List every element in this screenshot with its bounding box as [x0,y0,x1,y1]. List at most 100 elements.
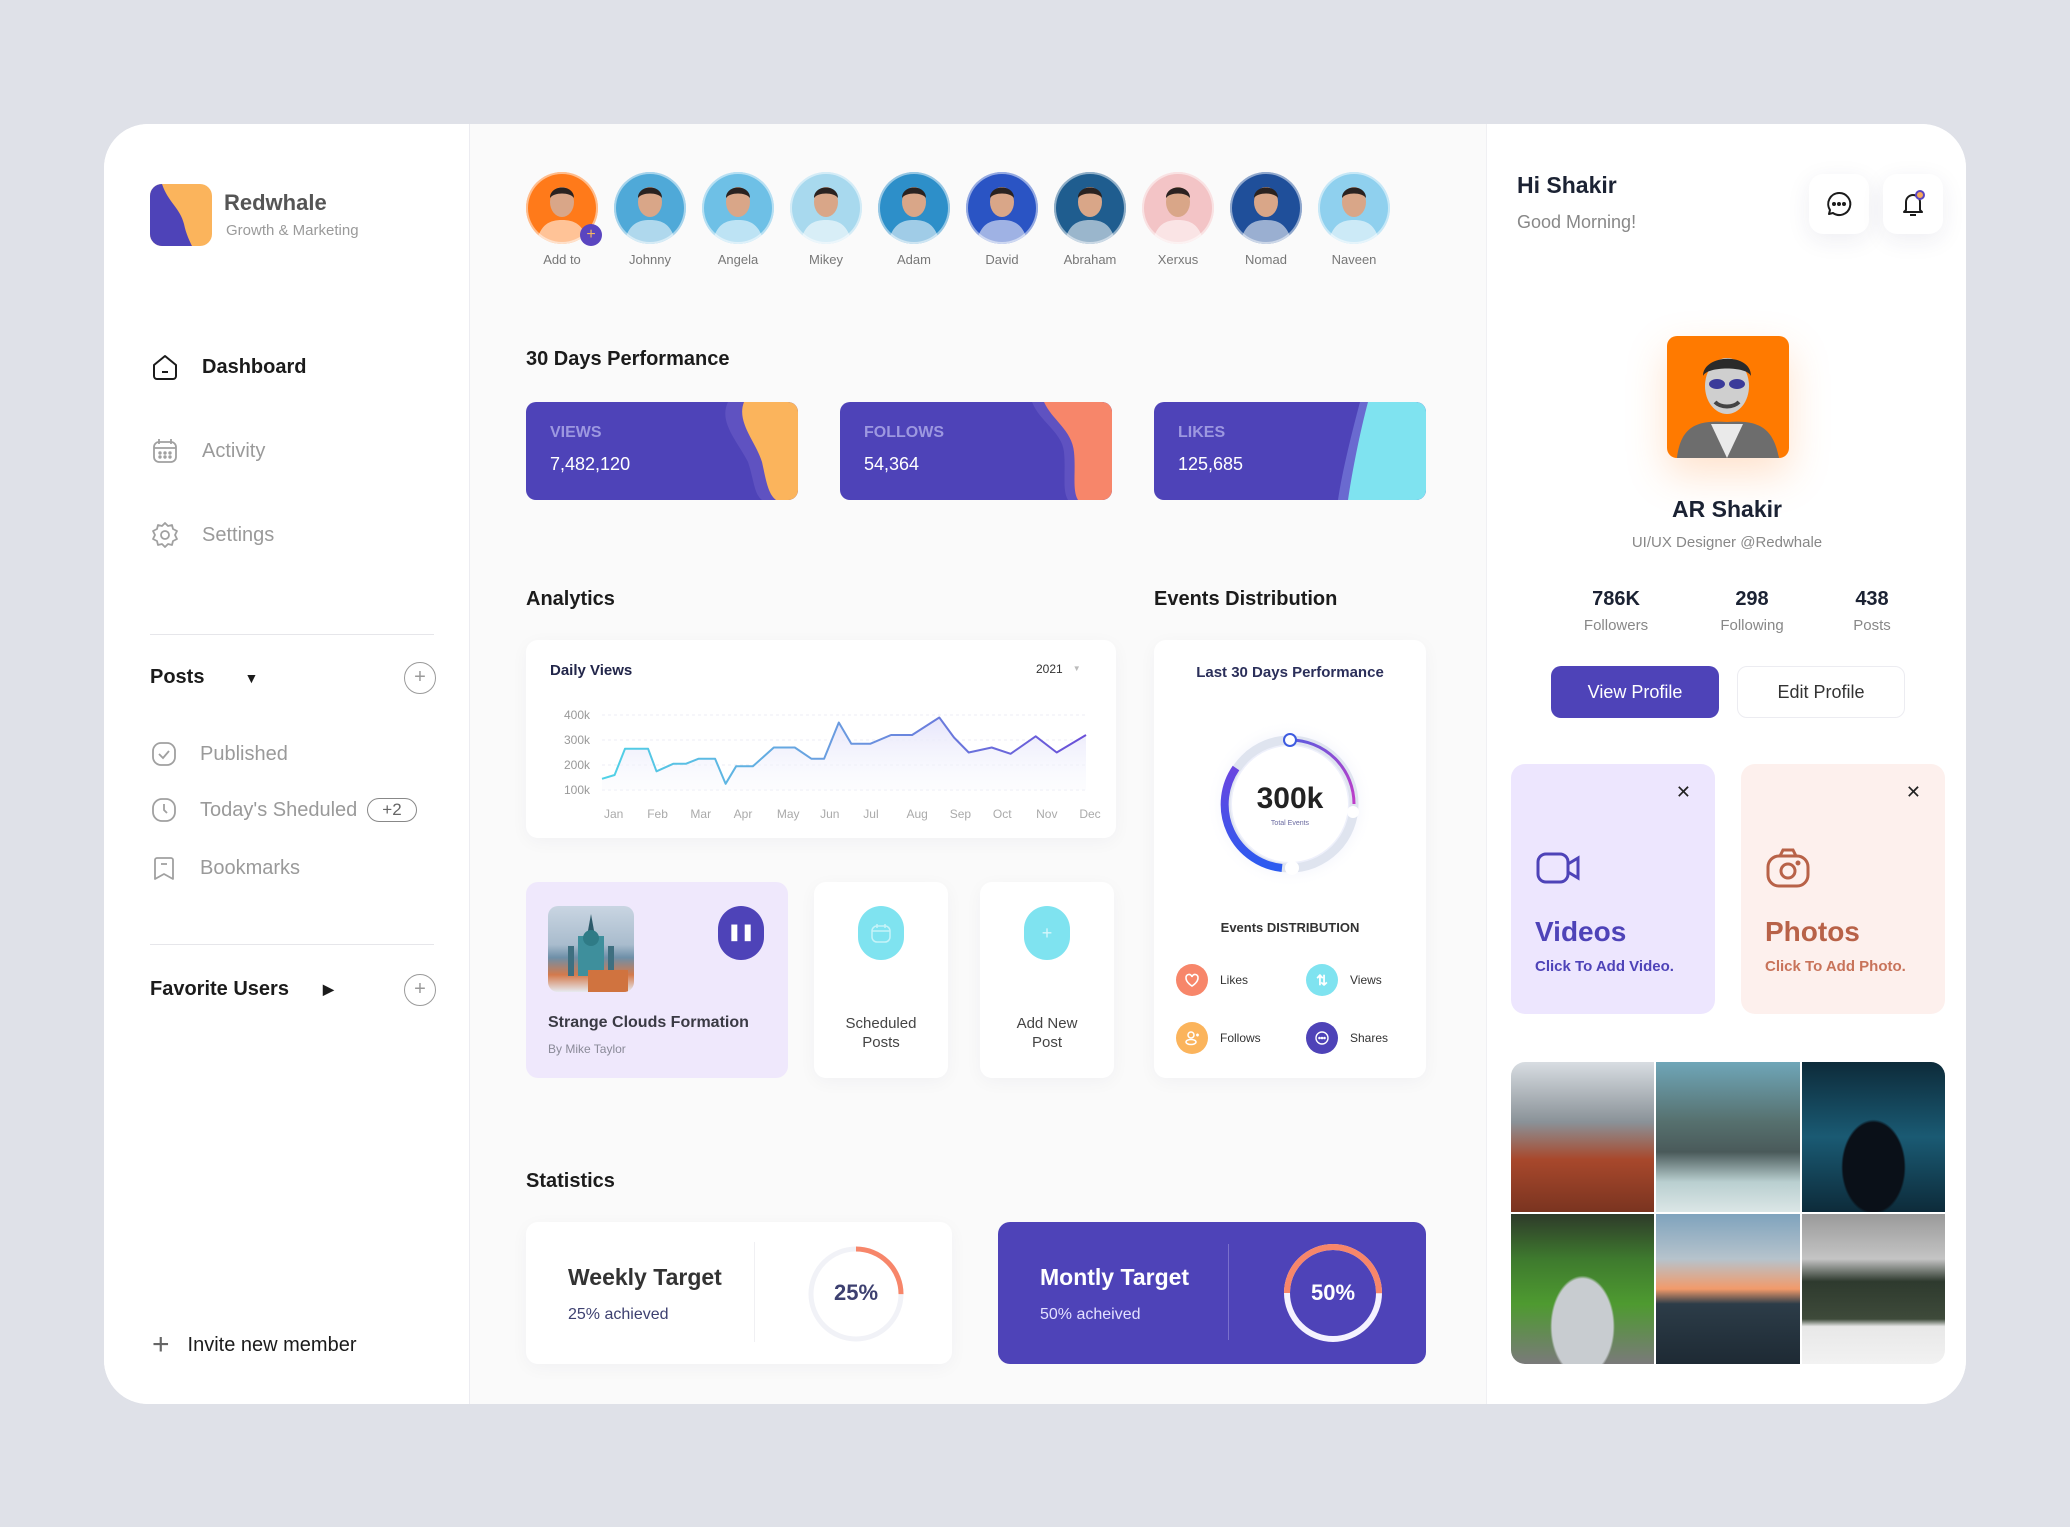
post-card-featured[interactable]: ❚❚ Strange Clouds Formation By Mike Tayl… [526,882,788,1078]
item-label: Published [200,742,288,765]
x-tick-label: May [777,807,800,821]
card-label: Scheduled Posts [845,1015,917,1051]
story-avatar[interactable]: + Add to [526,172,602,267]
story-avatar[interactable]: Nomad [1230,172,1302,267]
perf-card-likes[interactable]: LIKES 125,685 [1154,402,1426,500]
story-avatar[interactable]: David [966,172,1038,267]
divider [1228,1244,1229,1340]
invite-member-button[interactable]: + Invite new member [152,1330,357,1360]
nav-settings[interactable]: Settings [150,520,274,550]
scheduled-posts-card[interactable]: Scheduled Posts [814,882,948,1078]
user-add-icon [1176,1022,1208,1054]
caret-right-icon: ▶ [322,981,334,997]
nav-label: Activity [202,439,266,462]
videos-title: Videos [1535,916,1627,947]
gallery-photo-vintage-car[interactable] [1511,1214,1655,1364]
gear-icon [152,522,178,548]
x-tick-label: Feb [647,807,668,821]
y-tick-label: 400k [564,708,591,722]
pause-button[interactable]: ❚❚ [718,906,764,960]
add-story-icon[interactable]: + [580,224,602,246]
events-subtitle: Events DISTRIBUTION [1220,920,1360,935]
messages-button[interactable] [1809,174,1869,234]
stat-following: 298 Following [1697,588,1807,634]
posts-section-toggle[interactable]: Posts ▼ [150,666,258,689]
x-tick-label: Sep [950,807,972,821]
perf-value: 125,685 [1178,454,1244,474]
scheduled-count-badge: +2 [367,798,417,822]
posts-item-bookmarks[interactable]: Bookmarks [150,854,300,882]
x-tick-label: Jun [820,807,839,821]
posts-title: Posts [150,666,205,688]
legend-label: Follows [1220,1031,1261,1045]
story-avatar[interactable]: Adam [878,172,950,267]
invite-label: Invite new member [187,1333,357,1356]
close-icon[interactable]: ✕ [1906,782,1921,803]
item-label: Bookmarks [200,856,301,879]
story-avatar[interactable]: Johnny [614,172,686,267]
x-tick-label: Apr [734,807,753,821]
favorite-users-toggle[interactable]: Favorite Users ▶ [150,978,334,1001]
avatar [966,172,1038,244]
posts-item-scheduled[interactable]: Today's Sheduled +2 [150,796,417,824]
monthly-title: Montly Target [1040,1264,1190,1290]
close-icon[interactable]: ✕ [1676,782,1691,803]
videos-card[interactable]: ✕ Videos Click To Add Video. [1511,764,1715,1014]
story-avatar[interactable]: Naveen [1318,172,1390,267]
x-tick-label: Mar [690,807,711,821]
photos-card[interactable]: ✕ Photos Click To Add Photo. [1741,764,1945,1014]
brand-tagline: Growth & Marketing [226,222,359,239]
legend-views: ⇅ Views [1306,964,1382,996]
gallery-photo-snowy-forest[interactable] [1801,1214,1945,1364]
calendar-icon [153,439,177,463]
greeting: Hi Shakir [1517,172,1617,198]
notifications-button[interactable] [1883,174,1943,234]
story-avatar[interactable]: Abraham [1054,172,1126,267]
view-profile-button[interactable]: View Profile [1551,666,1719,718]
plus-icon: + [152,1328,170,1361]
perf-card-follows[interactable]: FOLLOWS 54,364 [840,402,1112,500]
perf-card-views[interactable]: VIEWS 7,482,120 [526,402,798,500]
weekly-pct: 25% [833,1280,879,1305]
story-name: Johnny [629,252,671,267]
calendar-icon [858,906,904,960]
gallery-photo-hacker-screen[interactable] [1801,1062,1945,1212]
story-name: Mikey [809,252,843,267]
x-tick-label: Nov [1036,807,1057,821]
profile-photo [1667,336,1789,458]
nav-activity[interactable]: Activity [150,436,265,466]
posts-item-published[interactable]: Published [150,740,288,768]
line-chart: 400k 300k 200k 100k Jan Feb Mar Apr May Jun Jul Aug… [564,708,1101,821]
post-title: Strange Clouds Formation [548,1014,749,1031]
edit-profile-button[interactable]: Edit Profile [1737,666,1905,718]
story-avatar[interactable]: Angela [702,172,774,267]
x-tick-label: Jan [604,807,623,821]
add-post-button[interactable]: + [404,662,436,694]
avatar [702,172,774,244]
photo-gallery [1511,1062,1945,1364]
gallery-photo-mountain-cabins[interactable] [1511,1062,1655,1212]
story-avatar[interactable]: Mikey [790,172,862,267]
y-tick-label: 300k [564,733,591,747]
add-new-post-card[interactable]: + Add New Post [980,882,1114,1078]
caret-down-icon: ▼ [244,669,259,686]
greeting-sub: Good Morning! [1517,212,1637,232]
add-favorite-user-button[interactable]: + [404,974,436,1006]
weekly-title: Weekly Target [568,1264,722,1290]
story-name: David [985,252,1019,267]
avatar [1054,172,1126,244]
story-avatar[interactable]: Xerxus [1142,172,1214,267]
legend-likes: Likes [1176,964,1248,996]
monthly-pct: 50% [1310,1280,1356,1305]
monthly-target-card: Montly Target 50% acheived 50% [998,1222,1426,1364]
y-tick-label: 200k [564,758,591,772]
brand-logo [150,184,212,246]
legend-follows: Follows [1176,1022,1261,1054]
gallery-photo-rock-boat[interactable] [1656,1062,1800,1212]
perf-label: LIKES [1178,424,1226,441]
nav-dashboard[interactable]: Dashboard [150,352,306,382]
stat-label: Followers [1583,617,1649,634]
chat-bubble-icon [1827,191,1852,216]
avatar [1230,172,1302,244]
gallery-photo-sunset-sea[interactable] [1656,1214,1800,1364]
